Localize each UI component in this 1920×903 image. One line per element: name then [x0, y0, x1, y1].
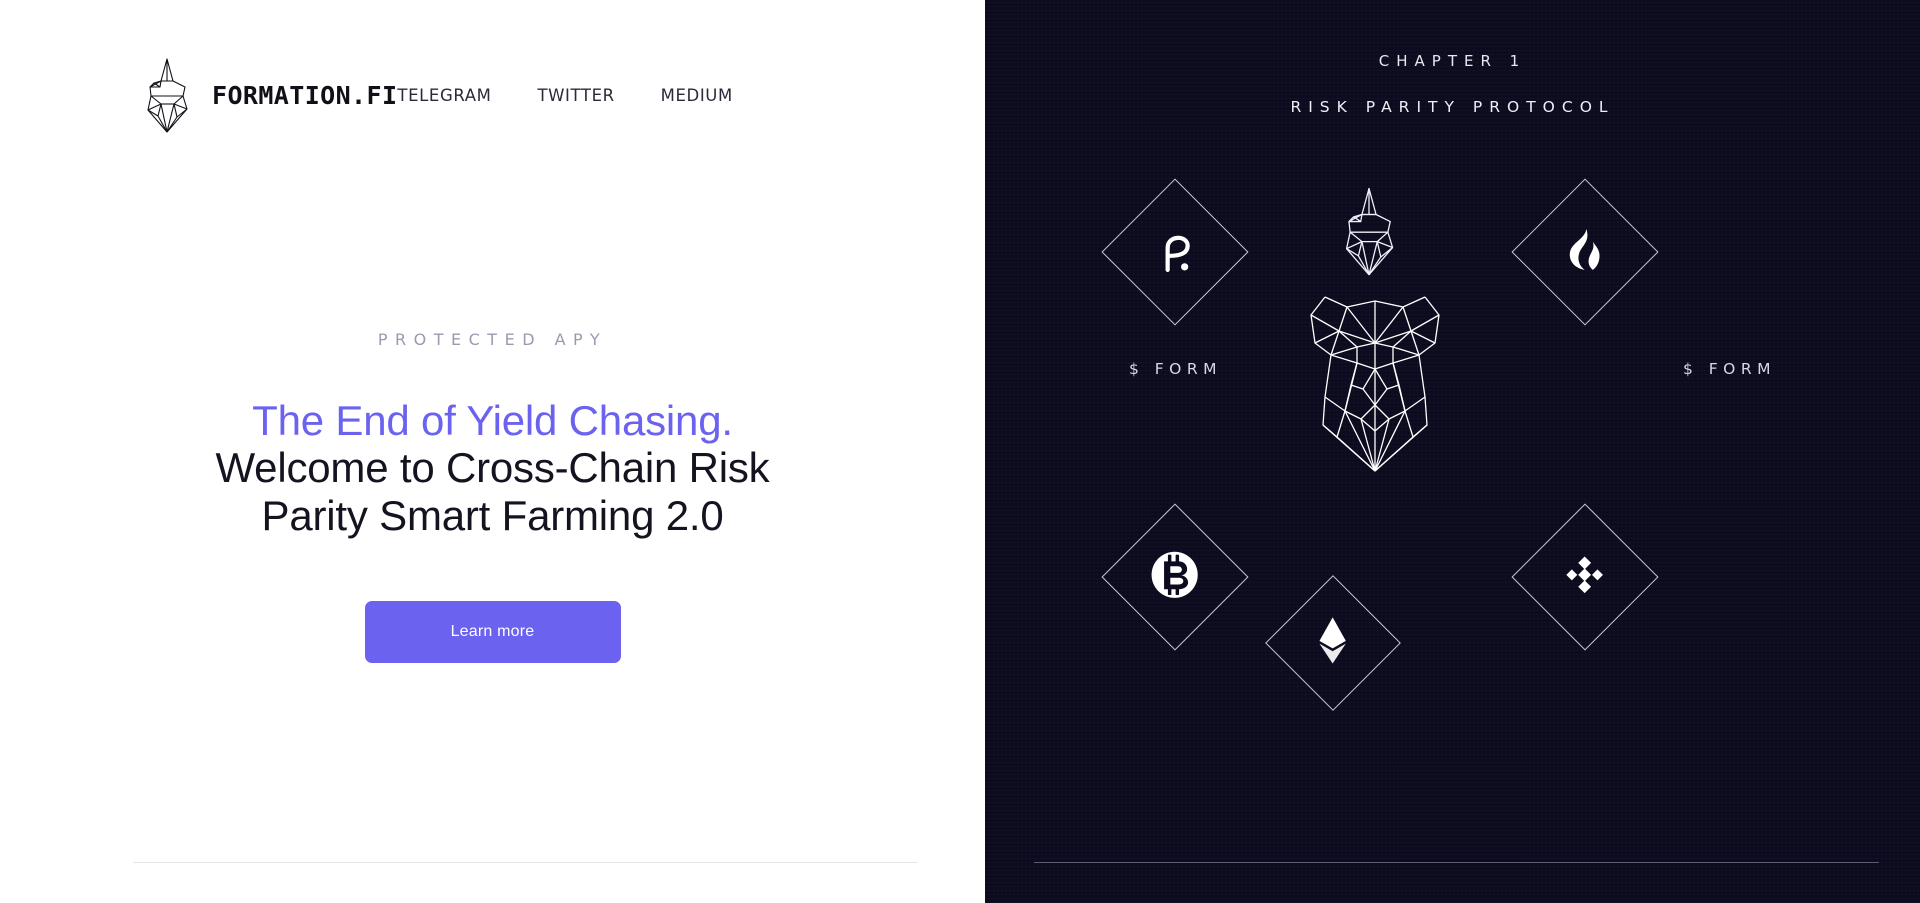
right-panel-divider [1034, 862, 1879, 863]
binance-icon [1563, 553, 1607, 602]
node-huobi[interactable] [1511, 178, 1659, 326]
diamond-frame [1511, 178, 1659, 326]
ethereum-icon [1317, 616, 1349, 671]
node-bitcoin[interactable] [1101, 503, 1249, 651]
hero-section: PROTECTED APY The End of Yield Chasing. … [0, 330, 985, 664]
hero-title-rest: Welcome to Cross-Chain Risk Parity Smart… [215, 444, 770, 539]
node-formation-iceberg[interactable] [1337, 185, 1401, 277]
nav-item-twitter[interactable]: TWITTER [537, 86, 614, 105]
hero-eyebrow: PROTECTED APY [377, 330, 608, 349]
bear-head-icon [1295, 285, 1455, 475]
polkadot-icon [1155, 226, 1195, 279]
nav-item-medium[interactable]: MEDIUM [661, 86, 733, 105]
iceberg-logo-icon [140, 56, 194, 134]
cta-container: Learn more [0, 601, 985, 664]
hero-title-accent: The End of Yield Chasing. [252, 397, 733, 444]
diamond-frame [1101, 503, 1249, 651]
landing-page: FORMATION.FI TELEGRAM TWITTER MEDIUM PRO… [0, 0, 1920, 903]
node-ethereum[interactable] [1265, 575, 1401, 711]
token-label-left-wrap: $ FORM [1103, 360, 1248, 379]
brand-name: FORMATION.FI [212, 80, 398, 110]
node-polkadot[interactable] [1101, 178, 1249, 326]
left-content-panel: FORMATION.FI TELEGRAM TWITTER MEDIUM PRO… [0, 0, 985, 903]
diamond-frame [1511, 503, 1659, 651]
page-title: The End of Yield Chasing. Welcome to Cro… [173, 397, 813, 539]
bitcoin-icon [1150, 550, 1200, 605]
left-panel-divider [133, 862, 918, 863]
token-label-left: $ FORM [1128, 360, 1223, 378]
token-label-right-wrap: $ FORM [1657, 360, 1802, 379]
learn-more-button[interactable]: Learn more [364, 601, 621, 664]
node-binance[interactable] [1511, 503, 1659, 651]
site-header: FORMATION.FI TELEGRAM TWITTER MEDIUM [0, 0, 985, 190]
iceberg-icon [1337, 185, 1401, 277]
token-label-right: $ FORM [1682, 360, 1777, 378]
diamond-frame [1265, 575, 1401, 711]
nav-item-telegram[interactable]: TELEGRAM [397, 86, 491, 105]
diamond-frame [1101, 178, 1249, 326]
brand-logo-link[interactable]: FORMATION.FI [140, 56, 397, 134]
huobi-icon [1565, 228, 1605, 277]
right-showcase-panel: CHAPTER 1 RISK PARITY PROTOCOL $ FORM $ … [985, 0, 1920, 903]
protocol-network-diagram: $ FORM $ FORM [985, 0, 1920, 903]
main-nav: TELEGRAM TWITTER MEDIUM [397, 86, 977, 105]
